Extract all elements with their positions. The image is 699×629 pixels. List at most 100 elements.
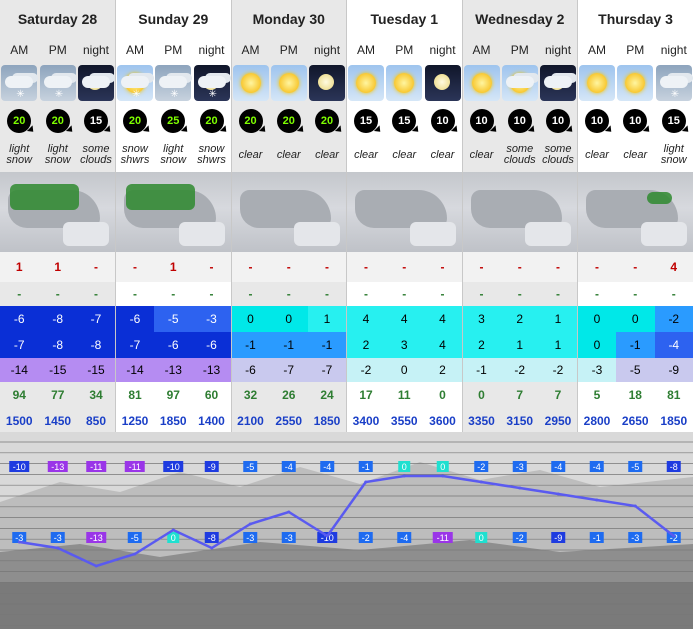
wind-speed-cell: 10 (424, 104, 463, 138)
wind-speed-cell: 15 (655, 104, 694, 138)
temperature-label: -11 (129, 462, 141, 472)
wind-speed-cell: 20 (308, 104, 347, 138)
max-temp: 0 (616, 306, 655, 332)
wind-chill: -3 (577, 358, 617, 382)
snow-map-image (232, 172, 347, 252)
max-temp: 1 (308, 306, 347, 332)
sun-icon (348, 65, 385, 101)
weather-summary: clear (577, 138, 617, 172)
snow-amount: - (461, 252, 501, 282)
snow-amount: - (115, 252, 154, 282)
period-label: PM (269, 38, 309, 62)
day-header[interactable]: Tuesday 1 (346, 0, 463, 38)
period-label: PM (38, 38, 77, 62)
wind-chill: -2 (346, 358, 386, 382)
humidity: 17 (346, 382, 386, 408)
min-temp: -6 (154, 332, 193, 358)
day-header-row: Saturday 28 Sunday 29 Monday 30 Tuesday 1 We… (0, 0, 694, 38)
temperature-point (595, 498, 599, 502)
day-header[interactable]: Sunday 29 (115, 0, 232, 38)
temperature-point (364, 480, 368, 484)
temperature-point (171, 528, 175, 532)
max-temp: 0 (230, 306, 270, 332)
freezing-level: 2550 (269, 408, 309, 434)
forecast-map[interactable] (115, 172, 232, 252)
weather-icon-cell (616, 62, 655, 104)
map-row (0, 172, 694, 252)
min-temp: -7 (0, 332, 39, 358)
period-label: AM (577, 38, 617, 62)
weather-icon-cell (346, 62, 386, 104)
wind-arrow-icon: 10 (623, 109, 648, 133)
day-header[interactable]: Saturday 28 (0, 0, 116, 38)
freezing-level: 3400 (346, 408, 386, 434)
period-label: PM (395, 43, 414, 57)
max-temp: -6 (0, 306, 39, 332)
max-temp: 2 (500, 306, 540, 332)
max-temp: 4 (346, 306, 386, 332)
summary-line: clouds (542, 154, 574, 166)
temperature-label: -13 (90, 533, 103, 543)
weather-icon-row: ✳ ✳ ✳ ✳ ✳ ✳ (0, 62, 693, 104)
period-label: AM (230, 38, 270, 62)
cloud-snow-icon: ✳ (39, 65, 76, 101)
snow-amount: - (77, 252, 116, 282)
humidity: 94 (0, 382, 39, 408)
temperature-point (287, 510, 291, 514)
wind-speed-cell: 10 (461, 104, 501, 138)
temperature-label: -2 (362, 533, 370, 543)
forecast-map[interactable] (0, 172, 116, 252)
wind-row: 20 20 15 20 25 20 20 20 20 15 15 10 10 10 10 10 10 15 (0, 104, 693, 138)
forecast-map[interactable] (346, 172, 463, 252)
summary-row: light snow light snow some clouds snow shwrs lig… (0, 138, 693, 172)
temperature-point (248, 522, 252, 526)
min-temp: -4 (654, 332, 694, 358)
day-header[interactable]: Monday 30 (230, 0, 347, 38)
rain-amount: - (440, 287, 445, 301)
summary-line: clouds (503, 154, 536, 166)
day-header[interactable]: Thursday 3 (577, 0, 694, 38)
rain-amount: - (0, 282, 39, 306)
forecast-map[interactable] (577, 172, 694, 252)
forecast-map[interactable] (230, 172, 347, 252)
temperature-point (479, 480, 483, 484)
wind-speed-cell: 10 (577, 104, 617, 138)
weather-summary: clear (424, 138, 463, 172)
temperature-label: -1 (362, 462, 370, 472)
temperature-label: -10 (13, 462, 26, 472)
temperature-label: -2 (477, 462, 485, 472)
weather-summary: light snow (154, 138, 193, 172)
humidity: 81 (115, 382, 154, 408)
forecast-map[interactable] (461, 172, 578, 252)
period-label: night (77, 38, 116, 62)
humidity: 7 (539, 382, 578, 408)
freezing-level: 1500 (0, 408, 39, 434)
rain-amount: - (77, 282, 116, 306)
rain-amount: - (115, 282, 154, 306)
period-label: night (308, 38, 347, 62)
max-temp: -3 (192, 306, 232, 332)
wind-arrow-icon: 20 (315, 109, 340, 133)
ground-backdrop (0, 582, 693, 629)
rain-amount: - (402, 287, 407, 301)
freezing-level: 3150 (500, 408, 540, 434)
summary-line: snow (660, 154, 687, 166)
rain-amount: - (633, 287, 638, 301)
humidity: 97 (166, 388, 180, 402)
temperature-label: -5 (131, 533, 139, 543)
wind-arrow-icon: 20 (238, 109, 263, 133)
wind-arrow-icon: 10 (507, 109, 532, 133)
day-header[interactable]: Wednesday 2 (461, 0, 578, 38)
temperature-label: -3 (631, 533, 639, 543)
weather-summary: clear (308, 138, 347, 172)
temperature-label: 0 (171, 533, 176, 543)
wind-speed-cell: 20 (38, 104, 77, 138)
min-temp: 2 (346, 332, 386, 358)
weather-icon-cell (577, 62, 617, 104)
weather-icon-cell: ✳ (115, 62, 154, 104)
humidity: 18 (628, 388, 642, 402)
wind-speed-cell: 15 (385, 104, 424, 138)
weather-icon-cell: ✳ (655, 62, 694, 104)
temperature-point (210, 546, 214, 550)
weather-icon-cell (424, 62, 463, 104)
